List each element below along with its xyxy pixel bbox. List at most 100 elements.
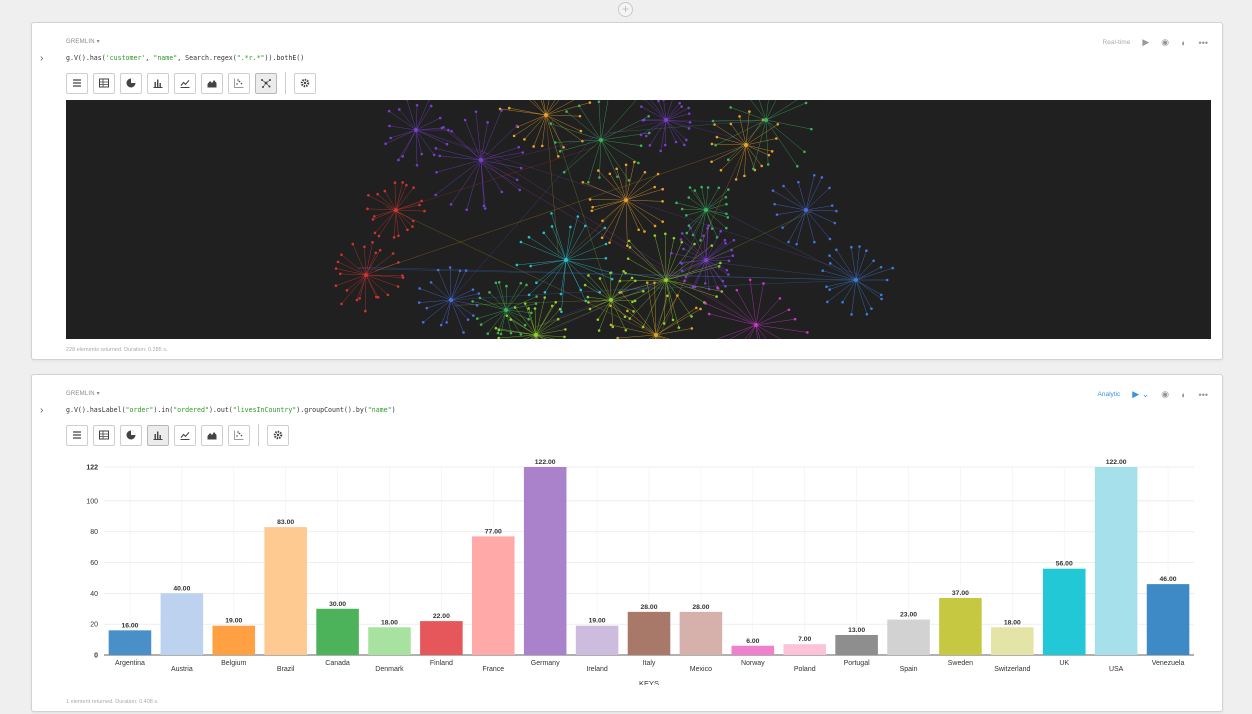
bar-chart-icon — [153, 431, 163, 440]
list-button[interactable] — [66, 72, 88, 94]
bar-germany[interactable] — [523, 467, 567, 655]
paragraph-graph: GREMLIN ▾ › g.V().has('customer', "name"… — [31, 22, 1223, 360]
gear-button[interactable] — [294, 72, 316, 94]
bar-venezuela[interactable] — [1146, 584, 1190, 655]
line-chart-button[interactable] — [174, 72, 196, 94]
area-chart-button[interactable] — [201, 72, 223, 94]
x-tick-label: Venezuela — [1152, 660, 1185, 667]
bar-value-label: 30.00 — [329, 601, 346, 608]
bar-switzerland[interactable] — [991, 627, 1034, 655]
bar-value-label: 23.00 — [900, 612, 917, 619]
graph-cluster — [581, 160, 665, 247]
bar-value-label: 46.00 — [1160, 576, 1177, 583]
graph-edge — [375, 144, 747, 271]
graph-cluster — [417, 266, 481, 334]
result-footer: 228 elements returned. Duration: 0.285 s… — [66, 347, 168, 353]
gear-icon — [300, 78, 310, 88]
bar-mexico[interactable] — [679, 611, 723, 655]
bar-portugal[interactable] — [835, 634, 878, 655]
add-paragraph-icon[interactable]: + — [618, 2, 633, 17]
bar-poland[interactable] — [783, 644, 826, 655]
more-icon[interactable]: ••• — [1199, 38, 1208, 48]
bar-value-label: 22.00 — [433, 613, 450, 620]
bar-austria[interactable] — [160, 593, 204, 655]
bar-denmark[interactable] — [368, 627, 411, 655]
bar-argentina[interactable] — [108, 630, 152, 655]
run-mode-label: Real-time — [1102, 39, 1131, 46]
eye-icon[interactable]: ◉ — [1161, 389, 1169, 400]
toolbar-separator — [285, 72, 286, 94]
bar-sweden[interactable] — [939, 597, 982, 655]
x-tick-label: Argentina — [115, 660, 145, 667]
list-button[interactable] — [66, 424, 88, 446]
gear-button[interactable] — [267, 424, 289, 446]
bar-value-label: 6.00 — [746, 638, 759, 645]
x-tick-label: Portugal — [844, 660, 871, 667]
x-tick-label: Sweden — [948, 660, 973, 667]
table-button[interactable] — [93, 72, 115, 94]
code-token: ).groupCount().by( — [296, 406, 368, 414]
bar-canada[interactable] — [316, 608, 359, 655]
table-button[interactable] — [93, 424, 115, 446]
bar-norway[interactable] — [731, 645, 775, 655]
code-token: g.V().hasLabel( — [66, 406, 126, 414]
scatter-button[interactable] — [228, 72, 250, 94]
interpreter-selector[interactable]: GREMLIN ▾ — [66, 390, 100, 397]
x-tick-label: Mexico — [690, 666, 712, 673]
graph-edge — [450, 133, 597, 301]
bar-chart-button[interactable] — [147, 72, 169, 94]
expand-chevron-icon[interactable]: › — [40, 405, 43, 416]
bar-ireland[interactable] — [575, 625, 619, 655]
area-chart-button[interactable] — [201, 424, 223, 446]
graph-visualization[interactable] — [66, 100, 1211, 339]
x-tick-label: Switzerland — [994, 666, 1030, 673]
y-tick-label: 60 — [90, 560, 98, 567]
x-tick-label: Spain — [900, 666, 918, 673]
bar-value-label: 28.00 — [692, 604, 709, 611]
code-editor[interactable]: g.V().hasLabel("order").in("ordered").ou… — [66, 406, 396, 414]
code-editor[interactable]: g.V().has('customer', "name", Search.reg… — [66, 54, 304, 62]
network-button[interactable] — [255, 72, 277, 94]
x-tick-label: Finland — [430, 660, 453, 667]
eye-icon[interactable]: ◉ — [1161, 37, 1169, 48]
area-chart-icon — [207, 432, 217, 440]
graph-cluster — [583, 269, 645, 332]
bar-spain[interactable] — [887, 619, 930, 655]
bar-value-label: 13.00 — [848, 627, 865, 634]
bar-usa[interactable] — [1094, 467, 1138, 655]
pie-chart-button[interactable] — [120, 424, 142, 446]
bar-value-label: 122.00 — [535, 459, 556, 466]
bar-finland[interactable] — [420, 621, 463, 655]
y-tick-label: 122 — [86, 465, 98, 472]
visualization-toolbar — [66, 424, 289, 446]
bar-value-label: 83.00 — [277, 519, 294, 526]
y-tick-label: 40 — [90, 591, 98, 598]
scatter-button[interactable] — [228, 424, 250, 446]
bar-value-label: 40.00 — [173, 585, 190, 592]
pie-chart-button[interactable] — [120, 72, 142, 94]
bar-value-label: 18.00 — [1004, 619, 1021, 626]
expand-chevron-icon[interactable]: › — [40, 53, 43, 64]
graph-edge — [535, 280, 665, 336]
bar-chart: 0 20 40 60 80 100 122 16.00 Argentina 40.00 Austri… — [86, 459, 1194, 685]
x-axis-label: KEYS — [639, 679, 659, 685]
bar-value-label: 16.00 — [121, 622, 138, 629]
more-icon[interactable]: ••• — [1199, 390, 1208, 400]
line-chart-icon — [180, 431, 190, 440]
toggle-icon[interactable]: ◐ — [1181, 38, 1186, 48]
run-icon[interactable]: ▶ — [1142, 37, 1149, 48]
bar-uk[interactable] — [1042, 568, 1086, 655]
interpreter-selector[interactable]: GREMLIN ▾ — [66, 38, 100, 45]
gear-icon — [273, 430, 283, 440]
graph-cluster — [618, 232, 724, 329]
bar-france[interactable] — [472, 536, 515, 655]
toggle-icon[interactable]: ◐ — [1181, 390, 1186, 400]
run-icon[interactable]: ▶ ⌄ — [1132, 389, 1149, 400]
y-tick-label: 0 — [94, 653, 98, 660]
x-tick-label: USA — [1109, 666, 1124, 673]
line-chart-button[interactable] — [174, 424, 196, 446]
bar-brazil[interactable] — [264, 527, 307, 655]
bar-belgium[interactable] — [212, 625, 256, 655]
bar-chart-button[interactable] — [147, 424, 169, 446]
bar-italy[interactable] — [627, 611, 671, 655]
